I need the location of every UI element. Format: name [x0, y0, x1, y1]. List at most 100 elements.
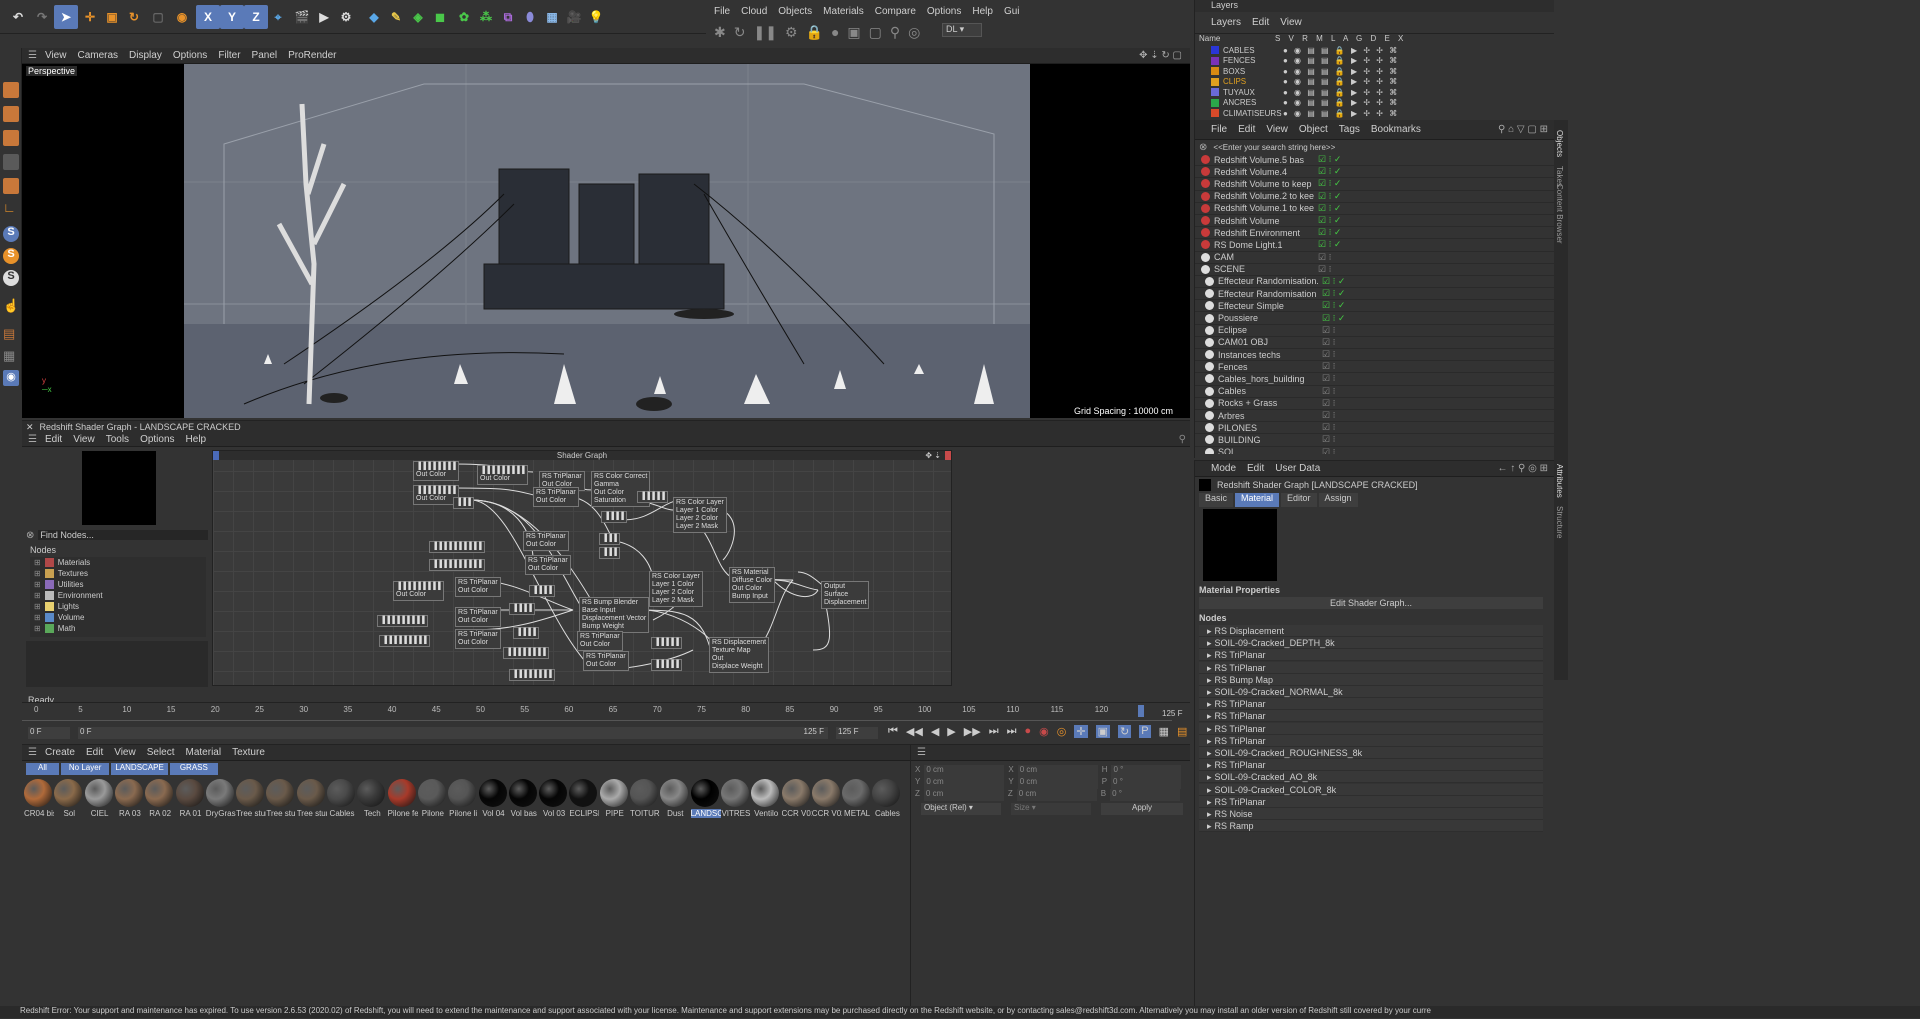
attr-nav-icons[interactable]: ← ↑ ⚲ ◎ ⊞ — [1497, 463, 1548, 474]
object-visibility-icons[interactable]: ☑ ⁝ ✓ — [1318, 191, 1341, 202]
object-row[interactable]: Cables_hors_building ☑ ⁝ — [1195, 373, 1554, 386]
object-visibility-icons[interactable]: ☑ ⁝ — [1322, 398, 1335, 409]
attr-node-row[interactable]: ▸ RS TriPlanar — [1199, 734, 1543, 747]
object-row[interactable]: Eclipse ☑ ⁝ — [1195, 325, 1554, 337]
layer-flags-icons[interactable]: ● ◉ ▤ ▤ 🔒 ▶ ✢ ✢ ⌘ — [1283, 46, 1399, 55]
objects-menu-object[interactable]: Object — [1299, 124, 1328, 135]
pause-icon[interactable]: ❚❚ — [753, 24, 776, 41]
graph-node-texture-1[interactable]: ▐▐▐▐▐▐▐▐ Out Color — [413, 461, 459, 481]
object-row[interactable]: BUILDING ☑ ⁝ — [1195, 434, 1554, 447]
filter-no-layer[interactable]: No Layer — [60, 763, 110, 775]
timeline-window-icon[interactable]: ▤ — [1177, 725, 1187, 738]
mat-menu-material[interactable]: Material — [186, 747, 222, 758]
graph-node-small-10[interactable]: ▐▐▐▐▐ — [651, 659, 682, 671]
menu-help[interactable]: Help — [972, 6, 993, 17]
object-visibility-icons[interactable]: ☑ ⁝ — [1322, 325, 1335, 336]
object-row[interactable]: SOL ☑ ⁝ — [1195, 447, 1554, 454]
graph-node-material[interactable]: RS Material Diffuse Color Out Color Bump In… — [729, 567, 776, 603]
node-category-item[interactable]: ⊞ Math — [30, 623, 206, 634]
layer-row[interactable]: CLIPS ● ◉ ▤ ▤ 🔒 ▶ ✢ ✢ ⌘ — [1195, 77, 1554, 88]
object-visibility-icons[interactable]: ☑ ⁝ — [1318, 264, 1331, 275]
tab-editor[interactable]: Editor — [1281, 493, 1317, 507]
graph-node-triplanar-8[interactable]: RS TriPlanar Out Color — [577, 631, 623, 651]
object-visibility-icons[interactable]: ☑ ⁝ ✓ — [1318, 227, 1341, 238]
cube-icon[interactable]: ◆ — [362, 5, 386, 29]
node-category-item[interactable]: ⊞ Utilities — [30, 579, 206, 590]
coord-size-dropdown[interactable]: Size ▾ — [1011, 803, 1091, 815]
menu-file[interactable]: File — [714, 6, 730, 17]
shader-menu-edit[interactable]: Edit — [45, 434, 62, 445]
shader-menu-view[interactable]: View — [73, 434, 95, 445]
snap-settings-icon[interactable]: S — [3, 248, 19, 264]
lock-icon[interactable]: 🔒 — [806, 24, 823, 41]
object-visibility-icons[interactable]: ☑ ⁝ ✓ — [1322, 300, 1345, 311]
object-visibility-icons[interactable]: ☑ ⁝ — [1318, 252, 1331, 263]
graph-node-texture-6[interactable]: ▐▐▐▐▐▐▐▐▐ Out Color — [393, 581, 444, 601]
playhead-marker[interactable] — [1138, 705, 1144, 717]
attr-node-row[interactable]: ▸ RS Ramp — [1199, 820, 1543, 833]
cloner-icon[interactable]: ✿ — [452, 5, 476, 29]
graph-node-bump[interactable]: RS Bump Blender Base Input Displacement Ve… — [579, 597, 650, 633]
live-select-icon[interactable]: ◉ — [170, 5, 194, 29]
coord-size-field[interactable]: 0 cm — [1017, 765, 1098, 777]
object-visibility-icons[interactable]: ☑ ⁝ ✓ — [1322, 288, 1345, 299]
goto-start-icon[interactable]: ⏮ — [888, 725, 898, 738]
graph-node-texture-4[interactable]: ▐▐▐▐▐▐▐▐▐▐ — [429, 541, 485, 553]
gear-icon[interactable]: ⚙ — [785, 24, 798, 41]
pos-key-icon[interactable]: ✛ — [1074, 725, 1088, 738]
coordinate-system-icon[interactable]: ⌖ — [266, 5, 290, 29]
material-thumbnail[interactable]: Cables — [872, 779, 907, 818]
array-icon[interactable]: ◼ — [428, 5, 452, 29]
view-menu-view[interactable]: View — [45, 50, 67, 61]
polygons-mode-icon[interactable] — [3, 130, 19, 146]
layers-menu-edit[interactable]: Edit — [1252, 17, 1269, 28]
object-visibility-icons[interactable]: ☑ ⁝ — [1322, 434, 1335, 445]
object-visibility-icons[interactable]: ☑ ⁝ ✓ — [1322, 276, 1345, 287]
side-tab-content-browser[interactable]: Content Browser — [1555, 184, 1564, 244]
object-visibility-icons[interactable]: ☑ ⁝ ✓ — [1318, 154, 1341, 165]
shader-panel-menu-icon[interactable]: ☰ — [28, 434, 37, 445]
axis-z-button[interactable]: Z — [244, 5, 268, 29]
find-clear-icon[interactable]: ⊗ — [26, 530, 34, 541]
node-category-item[interactable]: ⊞ Environment — [30, 590, 206, 601]
object-visibility-icons[interactable]: ☑ ⁝ — [1322, 386, 1335, 397]
frame-end-field[interactable]: 125 F — [836, 727, 878, 739]
attr-menu-edit[interactable]: Edit — [1247, 463, 1264, 474]
attr-node-row[interactable]: ▸ SOIL-09-Cracked_DEPTH_8k — [1199, 637, 1543, 650]
menu-gui[interactable]: Gui — [1004, 6, 1020, 17]
menu-materials[interactable]: Materials — [823, 6, 864, 17]
autokey-icon[interactable]: ◉ — [1039, 725, 1049, 738]
snap-icon[interactable]: S — [3, 226, 19, 242]
redo-icon[interactable]: ↷ — [30, 5, 54, 29]
graph-node-displacement[interactable]: RS Displacement Texture Map Out Displace We… — [709, 637, 770, 673]
coord-pos-field[interactable]: 0 cm — [924, 765, 1005, 777]
mat-menu-create[interactable]: Create — [45, 747, 75, 758]
layer-row[interactable]: CABLES ● ◉ ▤ ▤ 🔒 ▶ ✢ ✢ ⌘ — [1195, 45, 1554, 56]
object-row[interactable]: Redshift Volume to keep ☑ ⁝ ✓ — [1195, 178, 1554, 191]
objects-menu-tags[interactable]: Tags — [1339, 124, 1360, 135]
rotate-tool-icon[interactable]: ↻ — [122, 5, 146, 29]
viewport-canvas[interactable]: Perspective Grid Spacing: 10000 cm y ─x — [22, 64, 1190, 418]
attr-node-row[interactable]: ▸ SOIL-09-Cracked_NORMAL_8k — [1199, 686, 1543, 698]
object-row[interactable]: Poussiere ☑ ⁝ ✓ — [1195, 312, 1554, 325]
attr-node-row[interactable]: ▸ SOIL-09-Cracked_ROUGHNESS_8k — [1199, 747, 1543, 759]
object-row[interactable]: CAM ☑ ⁝ — [1195, 252, 1554, 264]
coord-rot-field[interactable]: 0 ° — [1111, 777, 1182, 789]
attr-node-row[interactable]: ▸ RS TriPlanar — [1199, 759, 1543, 772]
object-row[interactable]: Redshift Volume ☑ ⁝ ✓ — [1195, 215, 1554, 228]
panel-menu-icon[interactable]: ☰ — [28, 50, 37, 61]
coord-mode-dropdown[interactable]: Object (Rel) ▾ — [921, 803, 1001, 815]
graph-node-small-4[interactable]: ▐▐▐ — [599, 533, 620, 545]
mat-menu-view[interactable]: View — [114, 747, 136, 758]
object-row[interactable]: SCENE ☑ ⁝ — [1195, 264, 1554, 276]
view-menu-filter[interactable]: Filter — [218, 50, 240, 61]
graph-node-small-1[interactable]: ▐▐▐▐▐ — [637, 491, 668, 503]
mat-panel-menu-icon[interactable]: ☰ — [28, 747, 37, 758]
graph-node-texture-2[interactable]: ▐▐▐▐▐▐▐▐▐ Out Color — [477, 465, 528, 485]
graph-node-texture-3[interactable]: ▐▐▐▐▐▐▐▐ Out Color — [413, 485, 459, 505]
graph-node-small-9[interactable]: ▐▐▐▐▐ — [651, 637, 682, 649]
scale-tool-icon[interactable]: ▣ — [100, 5, 124, 29]
graph-left-handle[interactable] — [213, 451, 219, 460]
play-icon[interactable]: ▶ — [947, 725, 955, 738]
attr-menu-user-data[interactable]: User Data — [1275, 463, 1320, 474]
